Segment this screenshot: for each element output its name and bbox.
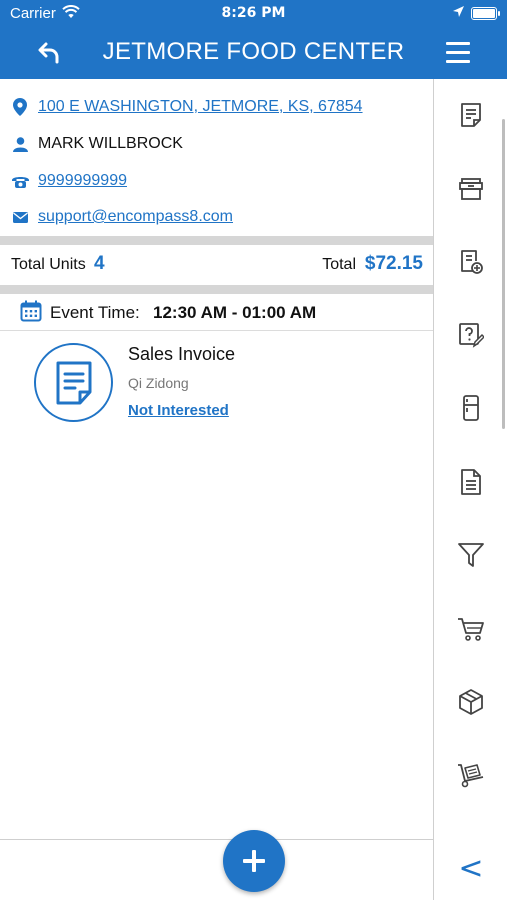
- email-link[interactable]: support@encompass8.com: [38, 208, 233, 226]
- filter-icon: [458, 543, 484, 567]
- action-sidebar: <: [433, 79, 507, 900]
- sales-invoice-item[interactable]: Sales Invoice Qi Zidong Not Interested: [0, 335, 433, 435]
- cooler-button[interactable]: [456, 393, 486, 423]
- phone-link[interactable]: 9999999999: [38, 172, 127, 190]
- total-units-value: 4: [94, 253, 105, 274]
- email-row: support@encompass8.com: [0, 199, 433, 235]
- hand-truck-icon: [458, 764, 484, 788]
- sidebar-scrollbar[interactable]: [502, 119, 505, 429]
- collapse-sidebar-button[interactable]: <: [456, 852, 486, 886]
- event-time-label: Event Time:: [50, 303, 140, 322]
- page-title: JETMORE FOOD CENTER: [102, 38, 405, 65]
- location-pin-icon: [11, 98, 29, 116]
- cart-button[interactable]: [456, 614, 486, 644]
- archive-button[interactable]: [456, 174, 486, 204]
- add-document-icon: [461, 250, 483, 274]
- bottom-divider: [0, 839, 433, 840]
- contact-name-row: MARK WILLBROCK: [0, 126, 433, 162]
- divider-band: [0, 236, 433, 245]
- package-icon: [459, 689, 483, 715]
- person-icon: [11, 135, 29, 153]
- phone-row: 9999999999: [0, 163, 433, 199]
- total-units-label: Total Units: [11, 256, 86, 273]
- document-list-button[interactable]: [456, 467, 486, 497]
- battery-icon: [471, 7, 500, 20]
- invoice-user: Qi Zidong: [128, 375, 189, 391]
- main-content: 100 E WASHINGTON, JETMORE, KS, 67854 MAR…: [0, 79, 433, 900]
- note-icon: [461, 103, 481, 127]
- contact-name: MARK WILLBROCK: [38, 135, 183, 152]
- cart-icon: [458, 618, 484, 641]
- event-time-row: Event Time: 12:30 AM - 01:00 AM: [0, 294, 433, 331]
- refrigerator-icon: [463, 395, 479, 421]
- envelope-icon: [11, 208, 29, 226]
- location-arrow-icon: [452, 5, 465, 22]
- clock: 8:26 PM: [221, 5, 286, 21]
- question-edit-icon: [459, 323, 484, 348]
- invoice-title: Sales Invoice: [128, 344, 236, 364]
- totals-row: Total Units 4 Total $72.15: [0, 245, 433, 285]
- package-button[interactable]: [456, 687, 486, 717]
- delivery-button[interactable]: [456, 760, 486, 790]
- status-bar: Carrier 8:26 PM: [0, 0, 507, 28]
- phone-icon: [11, 172, 29, 190]
- invoice-document-icon: [34, 343, 113, 422]
- survey-button[interactable]: [456, 320, 486, 350]
- invoice-status-link[interactable]: Not Interested: [128, 402, 229, 419]
- hamburger-menu-button[interactable]: [442, 38, 474, 68]
- total-label: Total: [322, 256, 356, 273]
- nav-bar: JETMORE FOOD CENTER: [0, 28, 507, 79]
- calendar-icon: [20, 300, 42, 327]
- filter-button[interactable]: [456, 540, 486, 570]
- address-link[interactable]: 100 E WASHINGTON, JETMORE, KS, 67854: [38, 98, 363, 116]
- document-list-icon: [461, 469, 481, 495]
- app-header: Carrier 8:26 PM JETMORE FOOD CENTER: [0, 0, 507, 79]
- address-row: 100 E WASHINGTON, JETMORE, KS, 67854: [0, 89, 433, 125]
- divider-band: [0, 285, 433, 294]
- add-document-button[interactable]: [456, 247, 486, 277]
- note-button[interactable]: [456, 100, 486, 130]
- archive-box-icon: [459, 178, 483, 200]
- add-button[interactable]: [223, 830, 285, 892]
- event-time-value: 12:30 AM - 01:00 AM: [153, 303, 317, 322]
- total-value: $72.15: [364, 253, 423, 274]
